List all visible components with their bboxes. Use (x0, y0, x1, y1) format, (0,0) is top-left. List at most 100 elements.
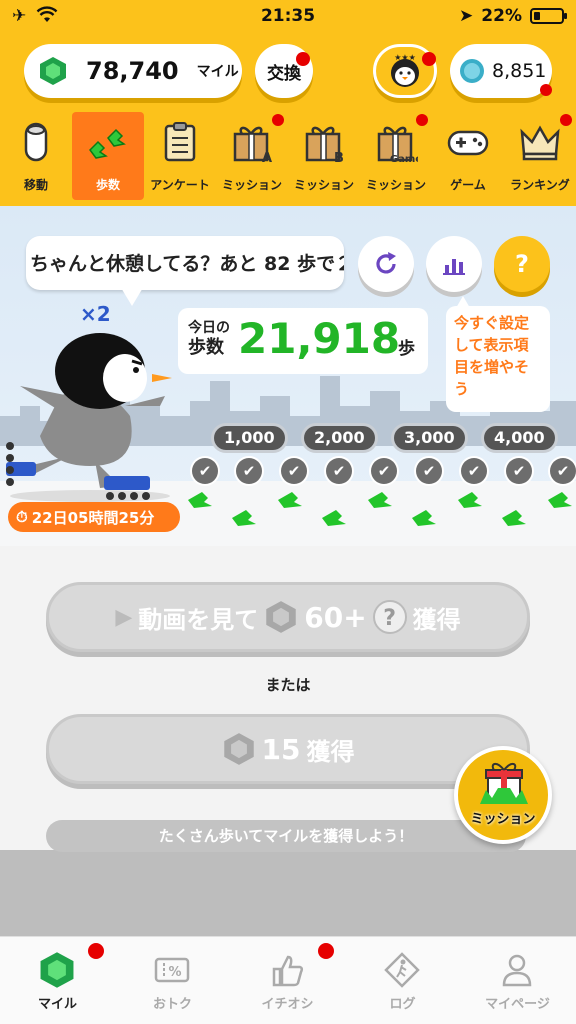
checkmark-icon: ✔ (371, 458, 397, 484)
speech-text: ちゃんと休憩してる？あと 82 歩で２ (30, 253, 344, 275)
steps-value: 21,918 (238, 314, 401, 363)
coin-value: 8,851 (492, 60, 547, 82)
penguin-avatar-icon: ★★★ (391, 53, 419, 87)
walker-icon (384, 952, 420, 988)
steps-unit: 歩 (398, 339, 415, 359)
footprints-trail (188, 492, 572, 526)
header-area: ✈ 21:35 ➤ 22% 78,740 マイル 交換 ★★★ 8,851 移動… (0, 0, 576, 206)
mission-float-label: ミッション (470, 812, 536, 827)
tab-label: イチオシ (261, 997, 314, 1012)
miles-balance[interactable]: 78,740 マイル (24, 44, 242, 98)
mission-a-badge-dot (272, 114, 284, 126)
nav-item-game[interactable]: ゲーム (432, 112, 504, 200)
miles-unit: マイル (196, 64, 239, 80)
checkmark-icon: ✔ (506, 458, 532, 484)
coin-badge-dot (540, 84, 552, 96)
earn-suffix: 獲得 (306, 737, 355, 766)
help-button[interactable]: ? (494, 236, 550, 292)
battery-percent: 22% (481, 6, 522, 26)
status-bar: ✈ 21:35 ➤ 22% (0, 0, 576, 34)
tab-label: ログ (389, 997, 416, 1012)
nav-item-move[interactable]: 移動 (0, 112, 72, 200)
walking-scene: ちゃんと休憩してる？あと 82 歩で２ ? ×2 今日の 歩数 21,918 歩… (0, 206, 576, 546)
clipboard-icon (164, 122, 196, 162)
penguin-skater-illustration (6, 333, 172, 502)
mystery-coin-icon: ? (372, 600, 407, 634)
nav-label: ランキング (510, 178, 570, 192)
video-icon: ▶ (115, 604, 133, 630)
gift-icon (480, 763, 528, 804)
miles-value: 78,740 (86, 57, 179, 85)
countdown-timer: ⏱ 22日05時間25分 (8, 502, 180, 532)
category-nav: 移動 歩数 アンケート A ミッション B ミッション Game ミッション (0, 112, 576, 204)
location-arrow-icon: ➤ (459, 6, 474, 26)
svg-text:Game: Game (390, 154, 418, 164)
question-icon: ? (515, 250, 529, 278)
settings-hint[interactable]: 今すぐ設定して表示項目を増やそう (446, 306, 550, 412)
walk-banner: たくさん歩いてマイルを獲得しよう！ (46, 820, 526, 852)
video-prefix: 動画を見て (138, 605, 259, 634)
today-steps-card: 今日の 歩数 21,918 歩 (178, 308, 428, 374)
tab-label: マイページ (485, 997, 550, 1012)
refresh-button[interactable] (358, 236, 414, 292)
gamepad-icon (447, 130, 489, 156)
earn-amount: 15 (261, 732, 301, 766)
nav-item-mission-b[interactable]: B ミッション (288, 112, 360, 200)
crown-icon (520, 125, 560, 161)
steps-label-line2: 歩数 (188, 337, 224, 358)
tab-label: おトク (152, 997, 192, 1012)
bar-chart-icon (443, 259, 465, 275)
svg-text:A: A (262, 151, 272, 164)
tab-log[interactable]: ログ (345, 937, 460, 1024)
steps-label-line1: 今日の (188, 320, 230, 336)
mission-game-badge-dot (416, 114, 428, 126)
gift-a-icon: A (233, 126, 272, 164)
checkmark-icon: ✔ (461, 458, 487, 484)
checkmark-icon: ✔ (326, 458, 352, 484)
person-icon (502, 954, 532, 987)
gem-icon (40, 57, 66, 85)
ranking-badge-dot (560, 114, 572, 126)
coupon-icon: % (154, 957, 190, 983)
svg-text:B: B (334, 151, 344, 164)
checkmark-icon: ✔ (192, 458, 218, 484)
mission-float-button[interactable]: ミッション (454, 746, 552, 844)
tab-label: マイル (37, 997, 77, 1012)
nav-item-steps[interactable]: 歩数 (72, 112, 144, 200)
checkmark-icon: ✔ (416, 458, 442, 484)
milestone-badge: 4,000 (484, 426, 555, 450)
speech-bubble: ちゃんと休憩してる？あと 82 歩で２ (26, 236, 344, 290)
checkmark-icon: ✔ (236, 458, 262, 484)
gift-b-icon: B (305, 126, 344, 164)
refresh-icon (376, 252, 396, 274)
tab-mypage[interactable]: マイページ (460, 937, 575, 1024)
or-text: または (265, 676, 311, 694)
multiplier-label: ×2 (80, 302, 111, 326)
checkmark-icon: ✔ (281, 458, 307, 484)
svg-text:★★★: ★★★ (394, 53, 416, 62)
tab-deals[interactable]: % おトク (115, 937, 230, 1024)
watch-video-button[interactable]: ▶ 動画を見て 60+ ? 獲得 (46, 582, 530, 652)
battery-icon (530, 8, 567, 24)
coin-icon (460, 59, 484, 83)
stats-button[interactable] (426, 236, 482, 292)
stopwatch-icon: ⏱ (16, 508, 28, 526)
thumbs-up-icon (272, 955, 304, 987)
earn-miles-button[interactable]: 15 獲得 (46, 714, 530, 784)
nav-item-survey[interactable]: アンケート (144, 112, 216, 200)
rank-badge-dot (422, 52, 436, 66)
gem-icon (266, 601, 296, 633)
exchange-badge-dot (296, 52, 310, 66)
gem-icon (223, 733, 254, 765)
gem-icon (40, 952, 74, 988)
speech-bubble-tail (120, 286, 144, 306)
coin-balance[interactable]: 8,851 (450, 44, 552, 98)
tab-miles-badge-dot (88, 943, 104, 959)
tab-recommended-badge-dot (318, 943, 334, 959)
milestone-badge: 3,000 (394, 426, 465, 450)
tube-icon (24, 122, 48, 162)
video-amount: 60+ (304, 600, 367, 634)
video-suffix: 獲得 (412, 605, 461, 634)
milestone-badge: 2,000 (304, 426, 375, 450)
timer-text: 22日05時間25分 (31, 508, 155, 527)
